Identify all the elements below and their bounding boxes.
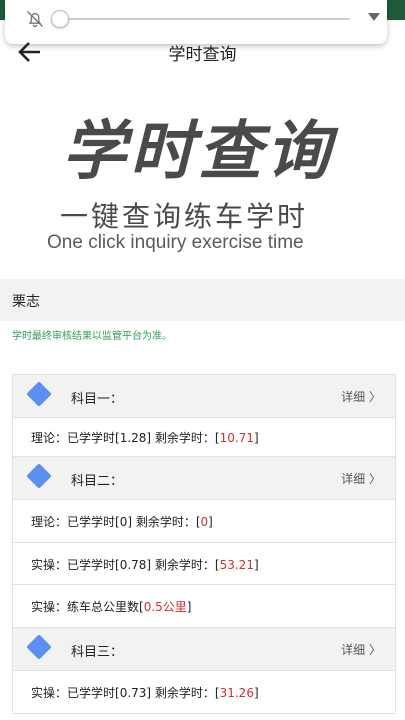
mileage-text: 实操：练车总公里数[0.5公里] xyxy=(31,600,192,614)
student-name: 栗志 xyxy=(12,294,40,310)
hero-title: 学时查询 xyxy=(62,115,334,189)
student-name-bar: 栗志 xyxy=(0,279,405,321)
diamond-icon xyxy=(26,634,52,660)
detail-link[interactable]: 详细 〉 xyxy=(341,388,381,405)
notice-text: 学时最终审核结果以监管平台为准。 xyxy=(12,331,172,342)
hero-subtitle: 一键查询练车学时 xyxy=(60,200,309,233)
subject-header[interactable]: 科目一： 详细 〉 xyxy=(13,375,395,418)
diamond-icon xyxy=(26,463,52,489)
detail-link[interactable]: 详细 〉 xyxy=(341,470,381,487)
hours-row: 理论：已学学时[1.28] 剩余学时：[10.71] xyxy=(13,418,395,457)
subject-header[interactable]: 科目三： 详细 〉 xyxy=(13,628,395,671)
volume-panel xyxy=(5,0,387,44)
diamond-icon xyxy=(26,381,52,407)
volume-slider-track[interactable] xyxy=(60,18,350,20)
hours-text: 理论：已学学时[1.28] 剩余学时：[10.71] xyxy=(31,431,259,445)
mileage-row: 实操：练车总公里数[0.5公里] xyxy=(13,585,395,628)
volume-slider-knob[interactable] xyxy=(51,10,69,28)
hours-row: 理论：已学学时[0] 剩余学时：[0] xyxy=(13,500,395,543)
hours-text: 实操：已学学时[0.78] 剩余学时：[53.21] xyxy=(31,558,259,572)
hours-text: 实操：已学学时[0.73] 剩余学时：[31.26] xyxy=(31,686,259,700)
subject-name: 科目一： xyxy=(71,392,124,407)
subject-name: 科目二： xyxy=(71,474,124,489)
subject-name: 科目三： xyxy=(71,645,124,660)
chevron-down-icon[interactable] xyxy=(368,13,380,21)
subject-list: 科目一： 详细 〉 理论：已学学时[1.28] 剩余学时：[10.71] 科目二… xyxy=(12,374,396,714)
page-title: 学时查询 xyxy=(168,45,237,65)
bell-off-icon[interactable] xyxy=(25,9,45,29)
hours-text: 理论：已学学时[0] 剩余学时：[0] xyxy=(31,515,213,529)
hours-row: 实操：已学学时[0.73] 剩余学时：[31.26] xyxy=(13,671,395,714)
hero-english: One click inquiry exercise time xyxy=(47,232,304,253)
detail-link[interactable]: 详细 〉 xyxy=(341,641,381,658)
subject-header[interactable]: 科目二： 详细 〉 xyxy=(13,457,395,500)
hours-row: 实操：已学学时[0.78] 剩余学时：[53.21] xyxy=(13,543,395,585)
